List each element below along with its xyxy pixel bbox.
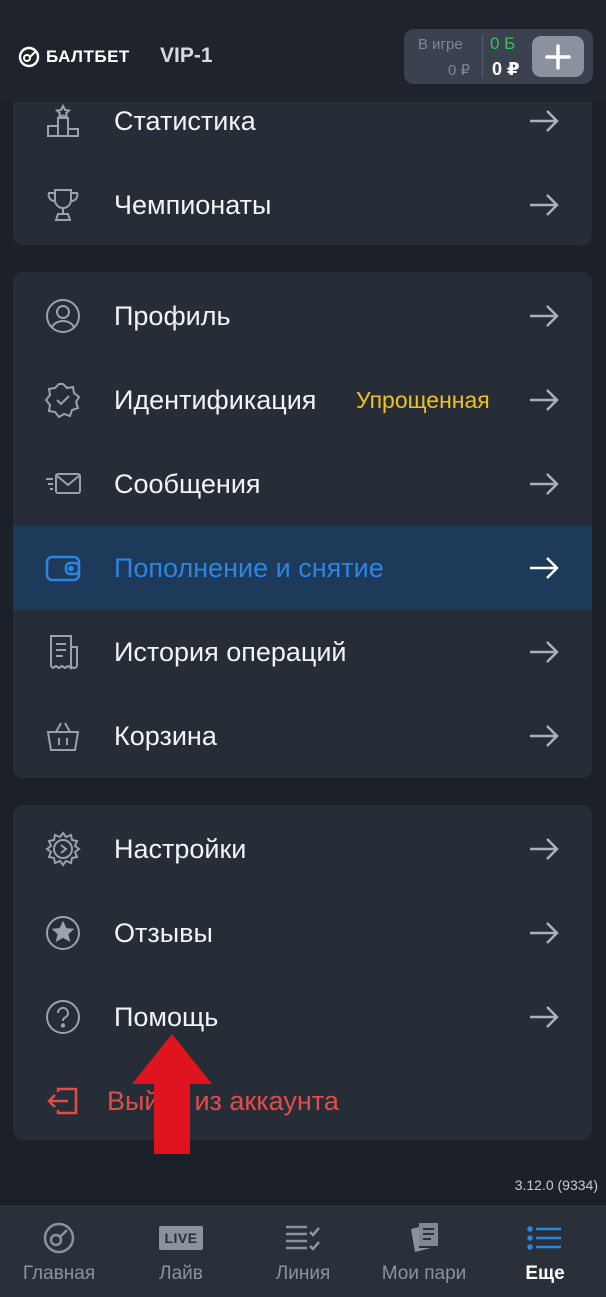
menu-item-reviews[interactable]: Отзывы (13, 891, 592, 975)
bonus-balance: 0 Б (490, 34, 516, 53)
gear-icon (44, 830, 82, 868)
live-icon-text: LIVE (159, 1226, 203, 1250)
nav-line[interactable]: Линия (248, 1205, 358, 1297)
deposit-plus-button[interactable] (532, 36, 584, 77)
menu-item-championships[interactable]: Чемпионаты (13, 163, 592, 247)
menu-item-label: Статистика (114, 105, 256, 136)
nav-label: Главная (22, 1263, 96, 1284)
menu-item-profile[interactable]: Профиль (13, 274, 592, 358)
arrow-right-icon (530, 1006, 559, 1028)
live-icon: LIVE (159, 1221, 203, 1255)
arrow-right-icon (530, 305, 559, 327)
nav-label: Линия (275, 1263, 331, 1284)
nav-main[interactable]: Главная (4, 1205, 114, 1297)
menu-item-label: Отзывы (114, 917, 213, 948)
logout-icon (44, 1082, 82, 1120)
menu-item-label: История операций (114, 636, 347, 667)
menu-item-label: Настройки (114, 833, 247, 864)
nav-live[interactable]: LIVE Лайв (126, 1205, 236, 1297)
balance-divider (482, 35, 483, 78)
annotation-arrow-icon (132, 1034, 212, 1154)
balance-widget[interactable]: В игре 0 ₽ 0 Б 0 ₽ (404, 29, 593, 84)
nav-my-bets[interactable]: Мои пари (369, 1205, 479, 1297)
nav-label: Мои пари (381, 1263, 467, 1284)
menu-card-settings: Настройки Отзывы Помощь Выйти из аккаунт… (13, 805, 592, 1140)
nav-label: Еще (525, 1263, 565, 1284)
arrow-right-icon (530, 725, 559, 747)
arrow-right-icon (530, 838, 559, 860)
menu-item-label: Корзина (114, 720, 217, 751)
menu-item-label: Сообщения (114, 468, 261, 499)
nav-label: Лайв (159, 1263, 203, 1284)
menu-item-label: Помощь (114, 1001, 219, 1032)
arrow-right-icon (530, 389, 559, 411)
menu-item-label: Пополнение и снятие (114, 552, 384, 583)
home-ball-icon (42, 1221, 76, 1255)
brand-logo[interactable]: БАЛТБЕТ (18, 44, 130, 70)
verified-badge-icon (44, 381, 82, 419)
arrow-right-icon (530, 922, 559, 944)
menu-item-label: Идентификация (114, 384, 317, 415)
menu-item-basket[interactable]: Корзина (13, 694, 592, 778)
in-game-value: 0 ₽ (447, 62, 470, 79)
arrow-right-icon (530, 557, 559, 579)
plus-icon (545, 43, 571, 70)
menu-item-label: Профиль (114, 300, 231, 331)
nav-more[interactable]: Еще (490, 1205, 600, 1297)
app-header: БАЛТБЕТ VIP-1 В игре 0 ₽ 0 Б 0 ₽ (0, 0, 606, 102)
arrow-right-icon (530, 194, 559, 216)
menu-item-help[interactable]: Помощь (13, 975, 592, 1059)
question-circle-icon (44, 998, 82, 1036)
podium-icon (44, 102, 82, 140)
menu-item-history[interactable]: История операций (13, 610, 592, 694)
line-list-icon (283, 1221, 323, 1255)
my-bets-icon (407, 1221, 441, 1255)
envelope-icon (44, 465, 82, 503)
menu-item-identification[interactable]: Идентификация Упрощенная (13, 358, 592, 442)
menu-item-messages[interactable]: Сообщения (13, 442, 592, 526)
trophy-icon (44, 186, 82, 224)
arrow-right-icon (530, 473, 559, 495)
wallet-icon (44, 549, 82, 587)
vip-level[interactable]: VIP-1 (160, 44, 213, 68)
arrow-right-icon (530, 110, 559, 132)
star-circle-icon (44, 914, 82, 952)
menu-item-deposit-withdraw[interactable]: Пополнение и снятие (13, 526, 592, 610)
brand-name: БАЛТБЕТ (46, 47, 130, 66)
menu-item-label: Чемпионаты (114, 189, 272, 220)
app-version: 3.12.0 (9334) (514, 1177, 598, 1193)
bottom-navigation: Главная LIVE Лайв Линия Мои пари Еще (0, 1205, 606, 1297)
logout-button[interactable]: Выйти из аккаунта (13, 1059, 592, 1143)
receipt-icon (44, 633, 82, 671)
identification-status-badge: Упрощенная (356, 386, 490, 413)
menu-card-account: Профиль Идентификация Упрощенная Сообщен… (13, 272, 592, 778)
menu-item-settings[interactable]: Настройки (13, 807, 592, 891)
arrow-right-icon (530, 641, 559, 663)
logo-ball-icon (18, 46, 40, 68)
user-circle-icon (44, 297, 82, 335)
in-game-label: В игре (418, 36, 463, 53)
menu-icon (526, 1221, 564, 1255)
basket-icon (44, 717, 82, 755)
main-balance: 0 ₽ (492, 59, 520, 79)
